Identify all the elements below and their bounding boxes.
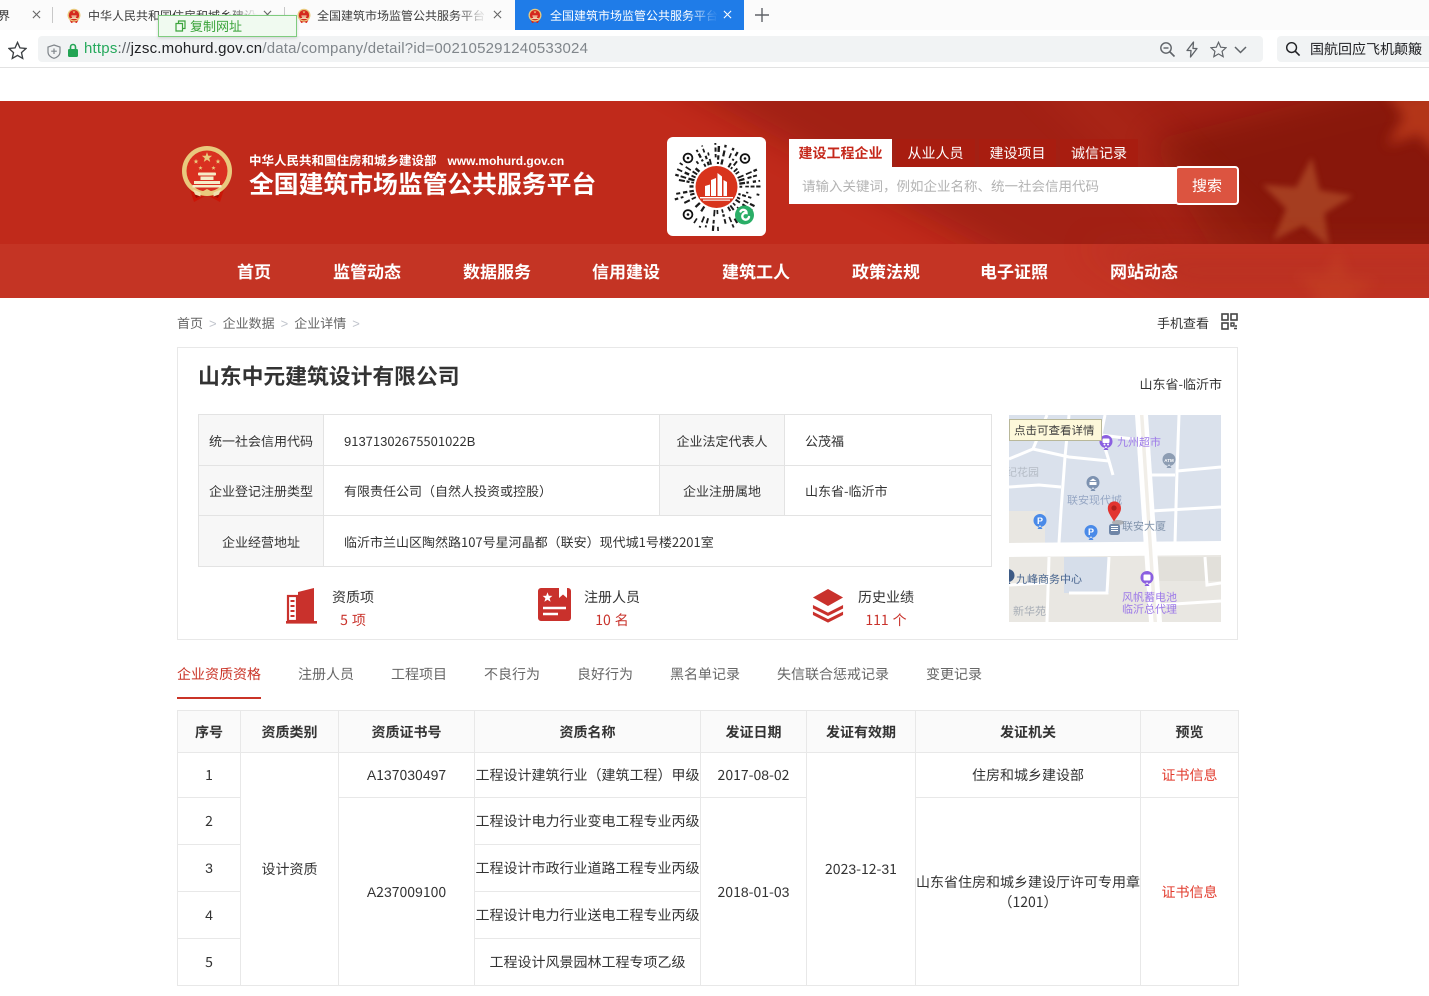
svg-text:P: P [1037, 516, 1043, 526]
svg-text:ATM: ATM [1164, 458, 1174, 463]
svg-text:九州超市: 九州超市 [1117, 434, 1161, 450]
svg-text:联安大厦: 联安大厦 [1122, 518, 1166, 534]
svg-text:临沂总代理: 临沂总代理 [1122, 601, 1177, 617]
svg-text:新华苑: 新华苑 [1013, 603, 1046, 619]
svg-text:点击可查看详情: 点击可查看详情 [1014, 423, 1095, 439]
svg-text:九峰商务中心: 九峰商务中心 [1016, 571, 1082, 587]
svg-text:纪花园: 纪花园 [1009, 464, 1039, 480]
svg-text:P: P [1088, 527, 1094, 537]
